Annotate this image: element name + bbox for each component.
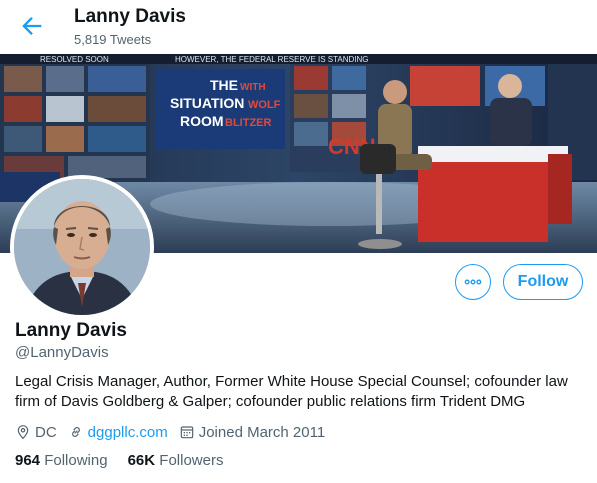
following-count: 964 [15, 452, 41, 469]
profile-name: Lanny Davis [15, 320, 127, 341]
profile-bio: Legal Crisis Manager, Author, Former Whi… [15, 373, 568, 410]
svg-text:THE: THE [210, 77, 238, 93]
show-title-panel: THE WITH SITUATION WOLF ROOM BLITZER [155, 69, 285, 149]
following-stat[interactable]: 964 Following [15, 452, 108, 469]
profile-stats: 964 Following 66K Followers [15, 452, 243, 469]
svg-text:WITH: WITH [240, 82, 266, 93]
calendar-icon [179, 424, 195, 440]
tweet-count: 5,819 Tweets [74, 32, 152, 47]
followers-label: Followers [159, 452, 224, 469]
location-text: DC [35, 423, 57, 441]
svg-text:ROOM: ROOM [180, 113, 224, 129]
profile-meta: DC dggpllc.com Joined March 2011 [15, 422, 336, 442]
profile-handle: @LannyDavis [15, 344, 109, 361]
header-name: Lanny Davis [74, 6, 186, 27]
profile-header-bar: Lanny Davis 5,819 Tweets [0, 0, 597, 54]
profile-avatar[interactable] [10, 175, 154, 319]
more-icon [464, 279, 482, 285]
more-options-button[interactable] [455, 264, 491, 300]
joined-text: Joined March 2011 [198, 423, 326, 441]
link-icon [68, 424, 84, 440]
followers-count: 66K [127, 452, 156, 469]
back-arrow-icon[interactable] [18, 12, 46, 40]
ticker-text: HOWEVER, THE FEDERAL RESERVE IS STANDING [175, 55, 369, 64]
website-link[interactable]: dggpllc.com [88, 424, 168, 441]
location-item: DC [15, 424, 57, 441]
svg-text:SITUATION: SITUATION [170, 95, 244, 111]
joined-item: Joined March 2011 [179, 424, 325, 441]
followers-stat[interactable]: 66K Followers [128, 452, 224, 469]
ticker-left-text: RESOLVED SOON [40, 55, 109, 64]
following-label: Following [44, 452, 108, 469]
svg-text:BLITZER: BLITZER [225, 117, 271, 129]
svg-text:WOLF: WOLF [248, 99, 281, 111]
location-icon [15, 424, 31, 440]
follow-button[interactable]: Follow [503, 264, 583, 300]
website-item[interactable]: dggpllc.com [68, 424, 168, 441]
